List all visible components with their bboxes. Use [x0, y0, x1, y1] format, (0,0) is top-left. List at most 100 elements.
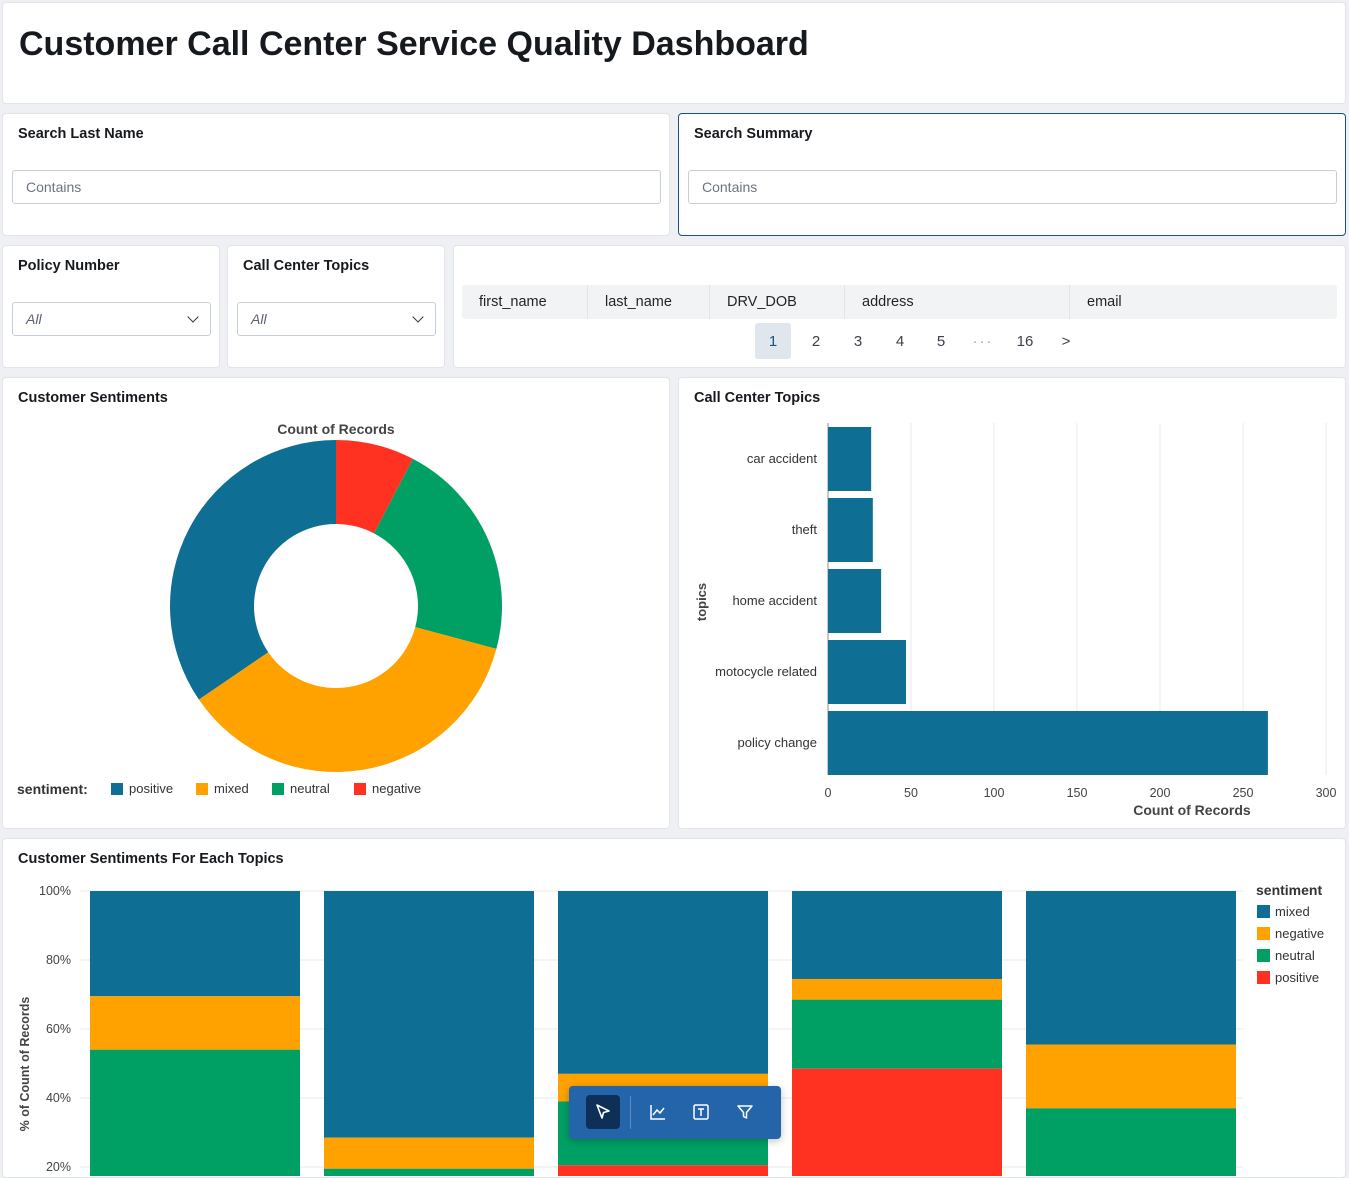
- filter-tool-button[interactable]: [728, 1095, 762, 1129]
- policy-number-value: All: [26, 311, 42, 327]
- stacked-segment-mixed[interactable]: [558, 891, 768, 1074]
- stacked-legend-title: sentiment: [1256, 882, 1322, 898]
- stacked-segment-negative[interactable]: [324, 1137, 534, 1169]
- text-tool-button[interactable]: [684, 1095, 718, 1129]
- bar-theft[interactable]: [828, 498, 873, 562]
- legend-swatch-neutral: [272, 783, 284, 795]
- x-tick-label: 200: [1150, 786, 1171, 800]
- x-tick-label: 250: [1233, 786, 1254, 800]
- stacked-segment-neutral[interactable]: [90, 1049, 300, 1176]
- y-tick-label: theft: [792, 522, 818, 537]
- bar-motocycle-related[interactable]: [828, 640, 907, 704]
- column-header-first-name[interactable]: first_name: [462, 285, 588, 319]
- chevron-down-icon: [187, 311, 199, 323]
- topics-select-value: All: [251, 311, 267, 327]
- chart-tool-button[interactable]: [641, 1095, 675, 1129]
- legend-label-negative[interactable]: negative: [372, 781, 421, 796]
- page-button-5[interactable]: 5: [923, 323, 959, 359]
- stacked-segment-positive[interactable]: [558, 1165, 768, 1176]
- topics-filter-card: Call Center Topics All: [227, 245, 445, 368]
- stacked-segment-negative[interactable]: [792, 978, 1002, 1000]
- page-button-2[interactable]: 2: [798, 323, 834, 359]
- text-icon: [693, 1104, 709, 1120]
- summary-filter-label: Search Summary: [694, 126, 813, 142]
- x-tick-label: 50: [904, 786, 918, 800]
- legend-label-mixed[interactable]: mixed: [1275, 904, 1310, 919]
- topics-chart-card: Call Center Topics car accident theft home…: [678, 377, 1346, 829]
- y-tick-label: 80%: [46, 953, 71, 967]
- column-header-drv-dob[interactable]: DRV_DOB: [710, 285, 845, 319]
- page-ellipsis[interactable]: ···: [965, 323, 1001, 359]
- page-button-1[interactable]: 1: [755, 323, 791, 359]
- legend-label-positive[interactable]: positive: [1275, 970, 1319, 985]
- dashboard-header: Customer Call Center Service Quality Das…: [2, 2, 1346, 104]
- y-tick-label: car accident: [747, 451, 817, 466]
- page-button-3[interactable]: 3: [840, 323, 876, 359]
- legend-label-positive[interactable]: positive: [129, 781, 173, 796]
- stacked-segment-positive[interactable]: [792, 1068, 1002, 1176]
- column-header-address[interactable]: address: [845, 285, 1070, 319]
- y-tick-label: 100%: [39, 884, 71, 898]
- topics-y-axis-label: topics: [694, 583, 709, 621]
- records-table-card: first_name last_name DRV_DOB address ema…: [453, 245, 1346, 368]
- next-page-button[interactable]: >: [1048, 323, 1084, 359]
- legend-swatch-mixed: [196, 783, 208, 795]
- last-name-filter-label: Search Last Name: [18, 126, 144, 142]
- legend-label-neutral[interactable]: neutral: [290, 781, 330, 796]
- stacked-segment-neutral[interactable]: [1026, 1108, 1236, 1176]
- topics-filter-label: Call Center Topics: [243, 258, 370, 274]
- dashboard-title: Customer Call Center Service Quality Das…: [19, 25, 809, 63]
- legend-label-mixed[interactable]: mixed: [214, 781, 249, 796]
- x-tick-label: 300: [1316, 786, 1337, 800]
- stacked-y-axis-label: % of Count of Records: [18, 997, 32, 1132]
- policy-number-label: Policy Number: [18, 258, 120, 274]
- y-tick-label: policy change: [738, 735, 818, 750]
- topics-x-axis-label: Count of Records: [1133, 802, 1251, 818]
- sentiment-legend-title: sentiment:: [17, 781, 88, 797]
- stacked-segment-mixed[interactable]: [90, 891, 300, 997]
- stacked-segment-mixed[interactable]: [1026, 891, 1236, 1045]
- legend-label-neutral[interactable]: neutral: [1275, 948, 1315, 963]
- legend-swatch-neutral: [1257, 949, 1270, 962]
- y-tick-label: 60%: [46, 1022, 71, 1036]
- sentiment-donut-chart: Count of Records sentiment: positive mixe…: [17, 421, 502, 797]
- stacked-segment-neutral[interactable]: [792, 999, 1002, 1069]
- legend-swatch-negative: [354, 783, 366, 795]
- topics-bar-chart: car accident theft home accident motocycle …: [694, 423, 1337, 818]
- chevron-down-icon: [412, 311, 424, 323]
- select-tool-button[interactable]: [586, 1095, 620, 1129]
- legend-swatch-negative: [1257, 927, 1270, 940]
- policy-number-filter-card: Policy Number All: [2, 245, 220, 368]
- cursor-icon: [596, 1104, 610, 1119]
- x-tick-label: 0: [825, 786, 832, 800]
- bar-home-accident[interactable]: [828, 569, 882, 633]
- topics-select[interactable]: All: [237, 302, 436, 336]
- donut-slice-positive[interactable]: [170, 440, 336, 700]
- stacked-segment-mixed[interactable]: [324, 891, 534, 1138]
- line-chart-icon: [650, 1105, 665, 1120]
- bar-policy-change[interactable]: [828, 711, 1268, 775]
- summary-search-input[interactable]: Contains: [688, 170, 1337, 204]
- legend-swatch-positive: [1257, 971, 1270, 984]
- stacked-segment-negative[interactable]: [1026, 1044, 1236, 1109]
- column-header-email[interactable]: email: [1070, 285, 1337, 319]
- policy-number-select[interactable]: All: [12, 302, 211, 336]
- y-tick-label: motocycle related: [715, 664, 817, 679]
- y-tick-label: 20%: [46, 1160, 71, 1174]
- filter-icon: [737, 1105, 753, 1119]
- legend-swatch-mixed: [1257, 905, 1270, 918]
- y-tick-label: home accident: [732, 593, 817, 608]
- legend-label-negative[interactable]: negative: [1275, 926, 1324, 941]
- page-button-last[interactable]: 16: [1007, 323, 1043, 359]
- page-button-4[interactable]: 4: [882, 323, 918, 359]
- x-tick-label: 150: [1067, 786, 1088, 800]
- last-name-search-input[interactable]: Contains: [12, 170, 661, 204]
- column-header-last-name[interactable]: last_name: [588, 285, 710, 319]
- toolbar-divider: [630, 1096, 631, 1129]
- floating-toolbar: [569, 1086, 781, 1139]
- last-name-filter-card: Search Last Name Contains: [2, 113, 670, 236]
- stacked-segment-negative[interactable]: [90, 996, 300, 1050]
- stacked-segment-mixed[interactable]: [792, 891, 1002, 979]
- bar-car-accident[interactable]: [828, 427, 872, 491]
- y-tick-label: 40%: [46, 1091, 71, 1105]
